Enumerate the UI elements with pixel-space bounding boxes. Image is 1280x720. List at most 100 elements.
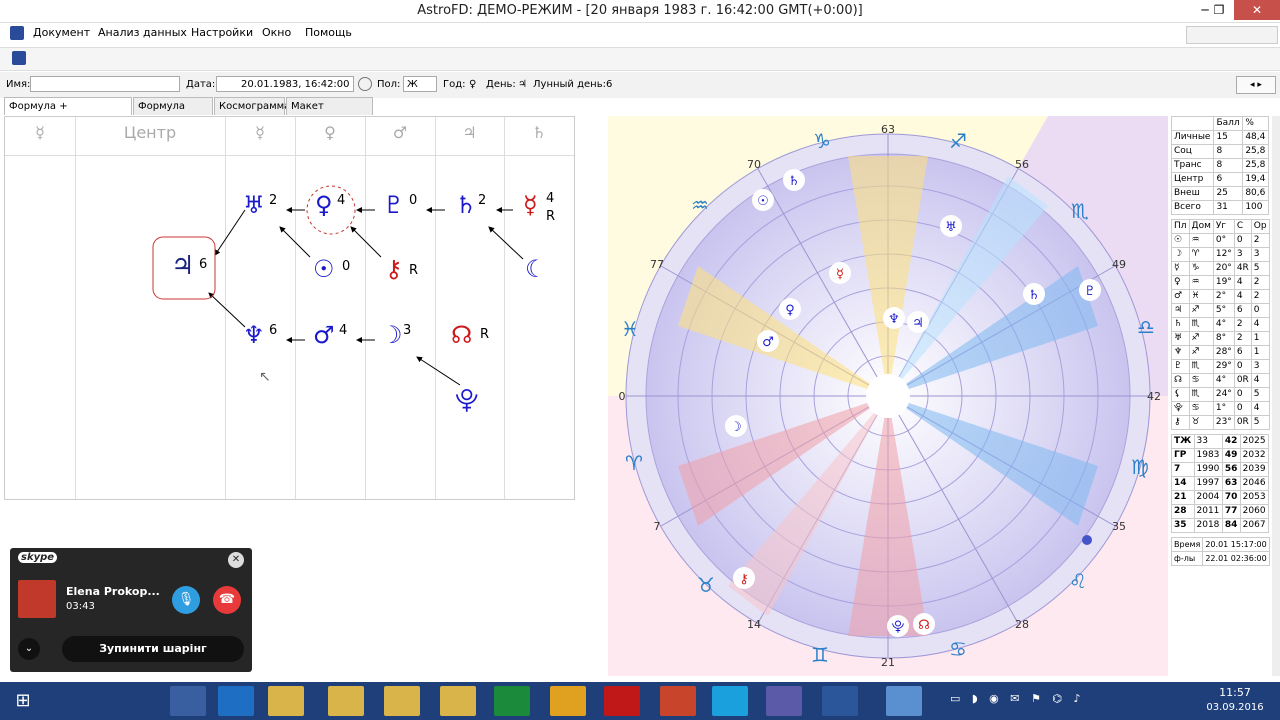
title-bar: AstroFD: ДЕМО-РЕЖИМ - [20 января 1983 г.…	[0, 0, 1280, 23]
skype-icon[interactable]	[712, 686, 748, 716]
ie-icon[interactable]	[218, 686, 254, 716]
hang-up-icon[interactable]: ☎	[213, 586, 241, 614]
folder-icon[interactable]	[268, 686, 304, 716]
table-cell: 31	[1213, 200, 1244, 215]
table-cell: 4	[1250, 373, 1270, 388]
mercury-icon: ☿	[523, 191, 538, 219]
table-row: ♇ ♏ 29° 0 3	[1171, 359, 1270, 374]
menu-document[interactable]: Документ	[33, 26, 90, 39]
table-cell: ♈	[1188, 247, 1214, 262]
table-cell: 4	[1233, 289, 1252, 304]
name-input[interactable]	[30, 76, 180, 92]
cosmogram-chart[interactable]: 63 56 49 42 35 28 21 14 7 0 77 70 ♑ ♐ ♏ …	[608, 116, 1168, 676]
date-input[interactable]: 20.01.1983, 16:42:00	[216, 76, 354, 92]
table-cell: 8°	[1212, 331, 1235, 346]
snipping-tool-icon[interactable]	[170, 686, 206, 716]
folder-icon[interactable]	[384, 686, 420, 716]
tab-formula-cosmogram[interactable]: Формула + Космограмма	[4, 97, 132, 129]
table-cell: ♏	[1188, 387, 1214, 402]
table-cell: 15	[1213, 130, 1244, 145]
sex-select[interactable]: Ж	[403, 76, 437, 92]
store-icon[interactable]	[494, 686, 530, 716]
folder-icon[interactable]	[328, 686, 364, 716]
table-cell: ♒	[1188, 275, 1214, 290]
table-row: ⚷ ♉ 23° 0R 5	[1171, 415, 1270, 430]
menu-settings[interactable]: Настройки	[191, 26, 253, 39]
powerpoint-icon[interactable]	[660, 686, 696, 716]
clock-date[interactable]: 03.09.2016	[1200, 702, 1270, 713]
table-row: ♃ ♐ 5° 6 0	[1171, 303, 1270, 318]
doc-icon[interactable]	[12, 51, 26, 65]
table-cell: 7	[1171, 462, 1195, 477]
neptune-icon: ♆	[888, 312, 900, 327]
table-cell: 4	[1250, 401, 1270, 416]
tab-cosmogram[interactable]: Космограмма	[214, 97, 290, 115]
system-tray[interactable]: ▭ ◗ ◉ ✉ ⚑ ⌬ ♪	[950, 692, 1180, 710]
pluto-value: 0	[409, 193, 418, 208]
table-row: ☊ ♋ 4° 0R 4	[1171, 373, 1270, 388]
opera-icon[interactable]	[604, 686, 640, 716]
table-cell: Уг	[1212, 219, 1235, 234]
table-cell: 2060	[1239, 504, 1270, 519]
times-table: Время 20.01 15:17:00 ф-лы 22.01 02:36:00	[1170, 537, 1270, 566]
table-row: ♀ ♒ 19° 4 2	[1171, 275, 1270, 290]
close-button[interactable]: ✕	[1234, 0, 1280, 20]
tab-page-layout[interactable]: Макет страницы	[286, 97, 373, 129]
table-cell: 1997	[1193, 476, 1223, 491]
monitor-icon[interactable]	[886, 686, 922, 716]
start-button[interactable]: ⊞	[6, 686, 40, 716]
table-cell: 3	[1250, 247, 1270, 262]
microphone-icon[interactable]: 🎙	[172, 586, 200, 614]
table-cell: Время	[1170, 537, 1204, 552]
table-cell: 5	[1250, 261, 1270, 276]
fields-bar: Имя: Дата: 20.01.1983, 16:42:00 Пол: Ж Г…	[0, 72, 1280, 98]
degree-label: 77	[650, 258, 664, 271]
table-cell: 48,4	[1242, 130, 1269, 145]
proserpina-icon: ⯓	[455, 386, 479, 414]
menu-analysis[interactable]: Анализ данных	[98, 26, 187, 39]
table-cell: 8	[1213, 144, 1244, 159]
nav-arrows[interactable]: ◂ ▸	[1236, 76, 1276, 94]
table-cell: Ор	[1250, 219, 1270, 234]
table-cell: 2004	[1193, 490, 1223, 505]
table-cell: 1	[1250, 345, 1270, 360]
mdi-controls[interactable]	[1186, 26, 1278, 44]
table-cell: Центр	[1170, 172, 1215, 187]
degree-label: 63	[881, 123, 895, 136]
table-cell: ☉	[1171, 233, 1190, 248]
jupiter-value: 6	[199, 257, 208, 272]
table-row: 7 1990 56 2039	[1171, 462, 1270, 477]
table-cell: 20°	[1212, 261, 1235, 276]
table-cell: ♅	[1171, 331, 1190, 346]
table-row: Центр 6 19,4	[1170, 172, 1269, 187]
tab-soul-formula[interactable]: Формула Души	[133, 97, 213, 129]
table-cell: 23°	[1212, 415, 1235, 430]
table-cell: 28°	[1212, 345, 1235, 360]
pluto-icon: ♇	[1084, 284, 1096, 299]
degree-label: 42	[1147, 390, 1161, 403]
table-cell: ♒	[1188, 233, 1214, 248]
stop-sharing-button[interactable]: Зупинити шарінг	[62, 636, 244, 662]
pisces-icon: ♓	[621, 317, 639, 341]
restore-button[interactable]: ❐	[1204, 0, 1234, 20]
table-cell: 4R	[1233, 261, 1252, 276]
table-cell: 4	[1233, 275, 1252, 290]
folder-icon[interactable]	[440, 686, 476, 716]
node-icon: ☊	[451, 321, 473, 349]
word-icon[interactable]	[822, 686, 858, 716]
globe-icon[interactable]	[358, 77, 372, 91]
table-cell: 0R	[1233, 415, 1252, 430]
table-cell: 0	[1233, 233, 1252, 248]
menu-window[interactable]: Окно	[262, 26, 291, 39]
aquarius-icon: ♒	[691, 193, 709, 217]
astrofd-icon[interactable]	[766, 686, 802, 716]
vertical-scrollbar[interactable]	[1272, 116, 1280, 676]
sun-icon: ☉	[757, 194, 769, 209]
menu-help[interactable]: Помощь	[305, 26, 352, 39]
chevron-down-icon[interactable]: ⌄	[18, 638, 40, 660]
chrome-icon[interactable]	[550, 686, 586, 716]
table-cell: 1990	[1193, 462, 1223, 477]
clock-time[interactable]: 11:57	[1200, 686, 1270, 699]
close-icon[interactable]: ✕	[228, 552, 244, 568]
table-cell: 1	[1250, 331, 1270, 346]
